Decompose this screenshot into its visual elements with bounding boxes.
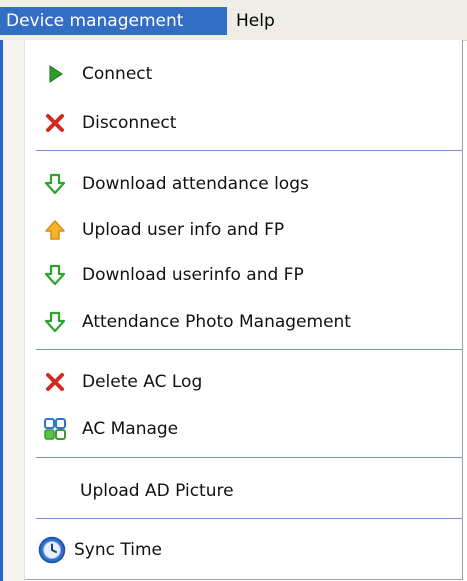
- menu-item-label: Upload user info and FP: [82, 220, 285, 240]
- menu-item-sync-time[interactable]: Sync Time: [36, 533, 456, 567]
- menu-left-border: [0, 40, 3, 581]
- download-arrow-icon: [44, 264, 66, 286]
- connect-play-icon: [44, 63, 66, 85]
- menu-item-attendance-photo-management[interactable]: Attendance Photo Management: [36, 305, 456, 339]
- menu-item-label: Disconnect: [82, 113, 177, 133]
- menu-item-label: Connect: [82, 64, 153, 84]
- menu-separator: [36, 349, 462, 350]
- menu-bar: Device management Help: [0, 0, 467, 41]
- menu-item-label: Delete AC Log: [82, 372, 203, 392]
- ac-manage-grid-icon: [44, 418, 66, 440]
- disconnect-x-icon: [44, 112, 66, 134]
- menu-icon-rail: [0, 40, 25, 581]
- menu-item-label: AC Manage: [82, 419, 179, 439]
- menu-separator: [36, 457, 462, 458]
- menu-item-delete-ac-log[interactable]: Delete AC Log: [36, 365, 456, 399]
- menu-separator: [36, 150, 462, 151]
- menu-item-label: Download attendance logs: [82, 174, 309, 194]
- clock-icon: [38, 536, 66, 564]
- menu-item-ac-manage[interactable]: AC Manage: [36, 412, 456, 446]
- menu-item-label: Sync Time: [74, 540, 162, 560]
- upload-arrow-icon: [44, 219, 66, 241]
- menu-item-label: Upload AD Picture: [80, 481, 234, 501]
- delete-x-icon: [44, 371, 66, 393]
- menu-device-management[interactable]: Device management: [0, 7, 227, 35]
- menu-item-upload-user-info[interactable]: Upload user info and FP: [36, 213, 456, 247]
- menu-item-connect[interactable]: Connect: [36, 57, 456, 91]
- menu-item-label: Attendance Photo Management: [82, 312, 351, 332]
- menu-item-download-attendance-logs[interactable]: Download attendance logs: [36, 167, 456, 201]
- menu-item-disconnect[interactable]: Disconnect: [36, 106, 456, 140]
- download-arrow-icon: [44, 173, 66, 195]
- download-arrow-icon: [44, 311, 66, 333]
- menu-item-upload-ad-picture[interactable]: Upload AD Picture: [36, 474, 456, 508]
- menu-item-label: Download userinfo and FP: [82, 265, 304, 285]
- menu-separator: [36, 518, 462, 519]
- menu-item-download-userinfo[interactable]: Download userinfo and FP: [36, 258, 456, 292]
- menu-help[interactable]: Help: [230, 7, 281, 35]
